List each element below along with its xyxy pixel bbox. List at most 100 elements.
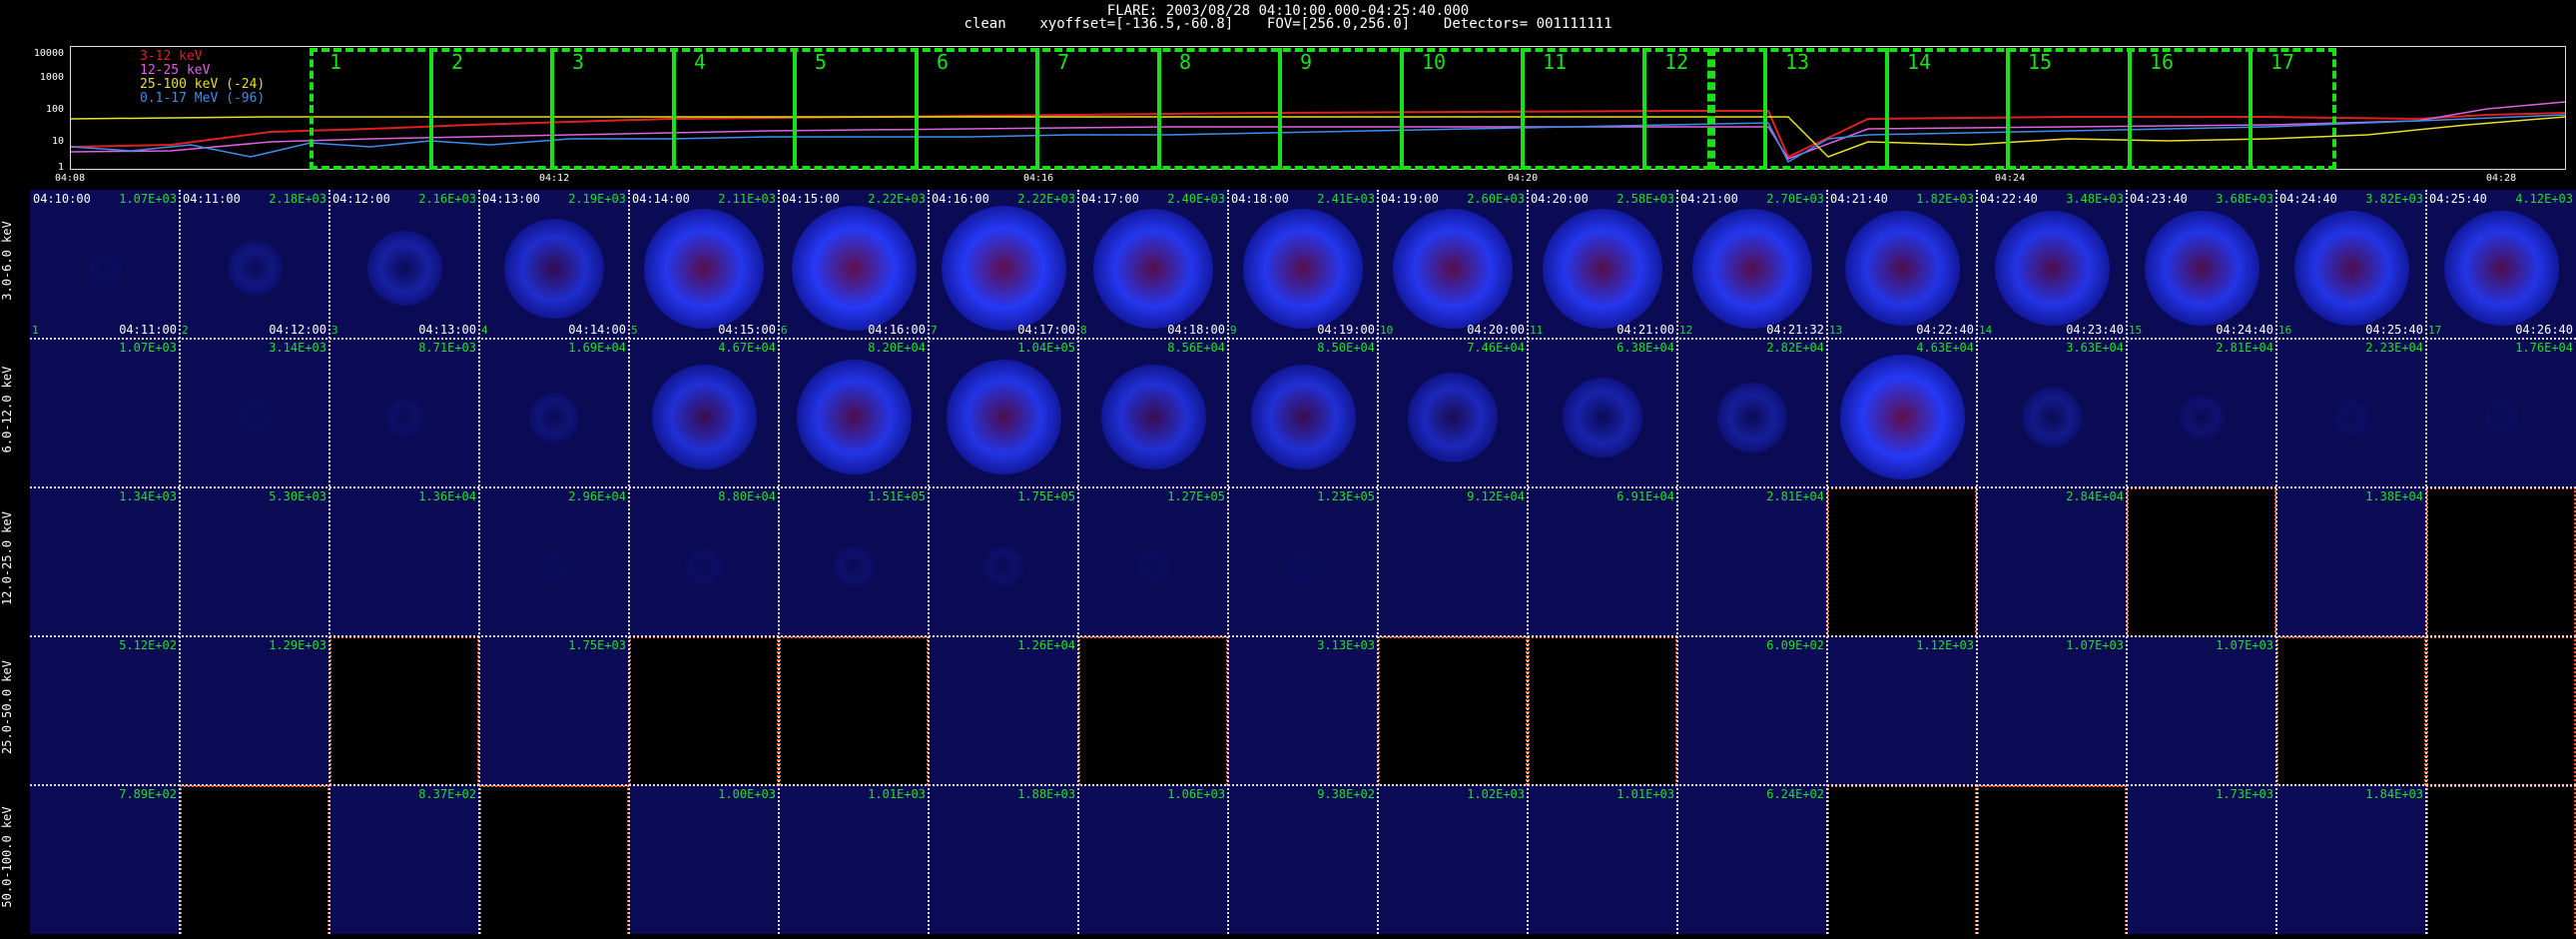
time-end: 04:15:00: [718, 323, 776, 337]
peak-value: 1.02E+03: [1467, 787, 1525, 801]
source-image: [2145, 211, 2259, 326]
legend-25-100: 25-100 keV (-24): [140, 77, 266, 92]
time-end: 04:18:00: [1167, 323, 1225, 337]
image-cell: 2.41E+03 04:18:00 04:19:00 9: [1228, 190, 1378, 339]
time-end: 04:14:00: [568, 323, 626, 337]
image-cell: 6.24E+02: [1677, 785, 1827, 934]
time-end: 04:19:00: [1317, 323, 1375, 337]
time-start: 04:21:40: [1830, 192, 1888, 206]
peak-value: 6.38E+04: [1616, 341, 1674, 355]
image-cell: 2.40E+03 04:17:00 04:18:00 8: [1078, 190, 1228, 339]
image-cell: [1827, 785, 1977, 934]
window-index: 1: [32, 324, 39, 337]
ytick-10000: 10000: [33, 48, 64, 59]
image-cell: 2.84E+04: [1977, 487, 2127, 636]
image-cell: 6.38E+04: [1528, 339, 1677, 487]
source-image: [2332, 399, 2370, 437]
time-end: 04:11:00: [119, 323, 177, 337]
time-window-label: 13: [1785, 50, 1810, 74]
time-start: 04:22:40: [1980, 192, 2038, 206]
peak-value: 1.04E+05: [1017, 341, 1075, 355]
source-image: [228, 241, 283, 296]
image-cell: 2.96E+04: [479, 487, 629, 636]
image-cell: 2.11E+03 04:14:00 04:15:00 5: [629, 190, 779, 339]
time-end: 04:12:00: [269, 323, 326, 337]
peak-value: 5.12E+02: [119, 638, 177, 652]
image-cell: 2.22E+03 04:15:00 04:16:00 6: [779, 190, 929, 339]
grid-divider: [1227, 190, 1229, 934]
peak-value: 3.14E+03: [269, 341, 326, 355]
peak-value: 2.60E+03: [1467, 192, 1525, 206]
image-cell: 1.07E+03 04:10:00 04:11:00 1: [30, 190, 180, 339]
source-image: [797, 360, 912, 474]
image-cell: [180, 785, 329, 934]
time-end: 04:13:00: [418, 323, 476, 337]
source-image: [1101, 365, 1206, 470]
peak-value: 1.69E+04: [568, 341, 626, 355]
window-index: 7: [931, 324, 938, 337]
image-cell: 8.80E+04: [629, 487, 779, 636]
row-label-50-100: 50.0-100.0 keV: [0, 806, 14, 908]
time-window-label: 5: [815, 50, 828, 74]
source-image: [1563, 378, 1642, 458]
time-window-label: 16: [2150, 50, 2175, 74]
peak-value: 1.73E+03: [2216, 787, 2273, 801]
time-window-label: 10: [1422, 50, 1447, 74]
peak-value: 1.82E+03: [1916, 192, 1974, 206]
time-start: 04:21:00: [1680, 192, 1738, 206]
time-start: 04:12:00: [332, 192, 390, 206]
peak-value: 2.23E+04: [2365, 341, 2423, 355]
image-cell: [2426, 487, 2576, 636]
time-window-divider: [1400, 48, 1404, 170]
row-label-25-50: 25.0-50.0 keV: [0, 660, 14, 754]
peak-value: 4.67E+04: [718, 341, 776, 355]
peak-value: 1.07E+03: [2066, 638, 2124, 652]
image-cell: 2.58E+03 04:20:00 04:21:00 11: [1528, 190, 1677, 339]
peak-value: 1.01E+03: [868, 787, 926, 801]
source-image: [1995, 211, 2110, 326]
peak-value: 6.24E+02: [1766, 787, 1824, 801]
time-window-label: 17: [2270, 50, 2295, 74]
image-cell: [2426, 785, 2576, 934]
peak-value: 4.12E+03: [2515, 192, 2573, 206]
time-start: 04:10:00: [33, 192, 91, 206]
window-index: 17: [2428, 324, 2442, 337]
time-window-divider: [1763, 48, 1767, 170]
time-window-label: 9: [1300, 50, 1313, 74]
window-index: 13: [1829, 324, 1843, 337]
peak-value: 1.75E+05: [1017, 489, 1075, 503]
source-image: [2022, 388, 2082, 448]
source-image: [1093, 209, 1213, 329]
time-window-label: 12: [1664, 50, 1689, 74]
peak-value: 1.36E+04: [418, 489, 476, 503]
image-cell: 1.88E+03: [929, 785, 1078, 934]
image-cell: 1.02E+03: [1378, 785, 1528, 934]
image-cell: 2.22E+03 04:16:00 04:17:00 7: [929, 190, 1078, 339]
xtick-0420: 04:20: [1508, 173, 1539, 184]
time-window-divider: [2249, 48, 2253, 170]
window-index: 15: [2129, 324, 2143, 337]
peak-value: 1.07E+03: [2216, 638, 2273, 652]
peak-value: 8.80E+04: [718, 489, 776, 503]
peak-value: 3.48E+03: [2066, 192, 2124, 206]
time-start: 04:25:40: [2429, 192, 2487, 206]
source-image: [1136, 548, 1171, 583]
time-window-divider: [429, 48, 433, 170]
time-window-divider: [550, 48, 554, 170]
image-cell: 2.60E+03 04:19:00 04:20:00 10: [1378, 190, 1528, 339]
time-window-label: 15: [2028, 50, 2053, 74]
image-cell: [1528, 636, 1677, 785]
time-window-divider: [1035, 48, 1039, 170]
image-cell: 3.63E+04: [1977, 339, 2127, 487]
grid-divider: [1527, 190, 1529, 934]
image-cell: 2.19E+03 04:13:00 04:14:00 4: [479, 190, 629, 339]
legend-01-17mev: 0.1-17 MeV (-96): [140, 91, 266, 106]
source-image: [942, 206, 1066, 331]
window-index: 12: [1679, 324, 1693, 337]
peak-value: 1.23E+05: [1317, 489, 1375, 503]
window-index: 5: [631, 324, 638, 337]
peak-value: 1.27E+05: [1167, 489, 1225, 503]
image-cell: 5.12E+02: [30, 636, 180, 785]
ytick-10: 10: [51, 136, 64, 147]
image-cell: [2276, 636, 2426, 785]
